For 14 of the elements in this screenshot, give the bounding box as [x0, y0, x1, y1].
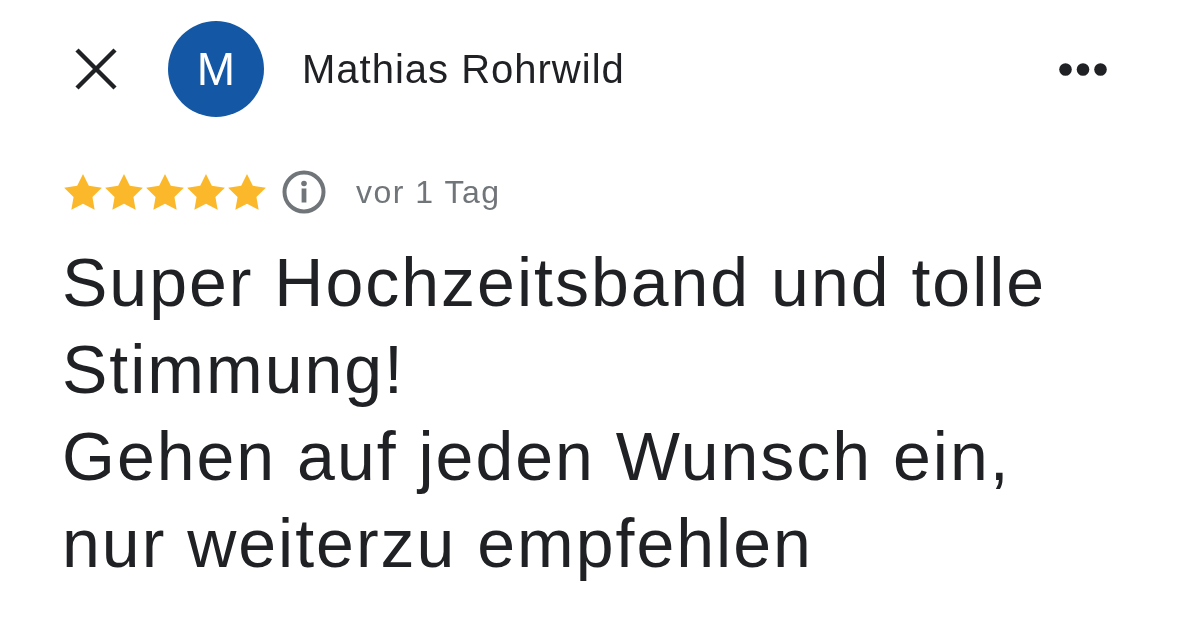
- star-icon: [105, 174, 143, 210]
- close-button[interactable]: [75, 48, 117, 90]
- review-time: vor 1 Tag: [356, 173, 501, 211]
- review-text: Super Hochzeitsband und tolle Stimmung! Gehen auf jeden Wunsch ein, nur weiterzu empfehlen: [62, 243, 1048, 583]
- info-icon[interactable]: [282, 170, 326, 214]
- avatar: M: [168, 21, 264, 117]
- star-icon: [187, 174, 225, 210]
- star-icon: [228, 174, 266, 210]
- reviewer-name[interactable]: Mathias Rohrwild: [302, 46, 625, 92]
- close-icon: [75, 48, 117, 90]
- more-button[interactable]: [1059, 62, 1107, 76]
- star-icon: [64, 174, 102, 210]
- more-icon: [1059, 62, 1107, 76]
- star-icon: [146, 174, 184, 210]
